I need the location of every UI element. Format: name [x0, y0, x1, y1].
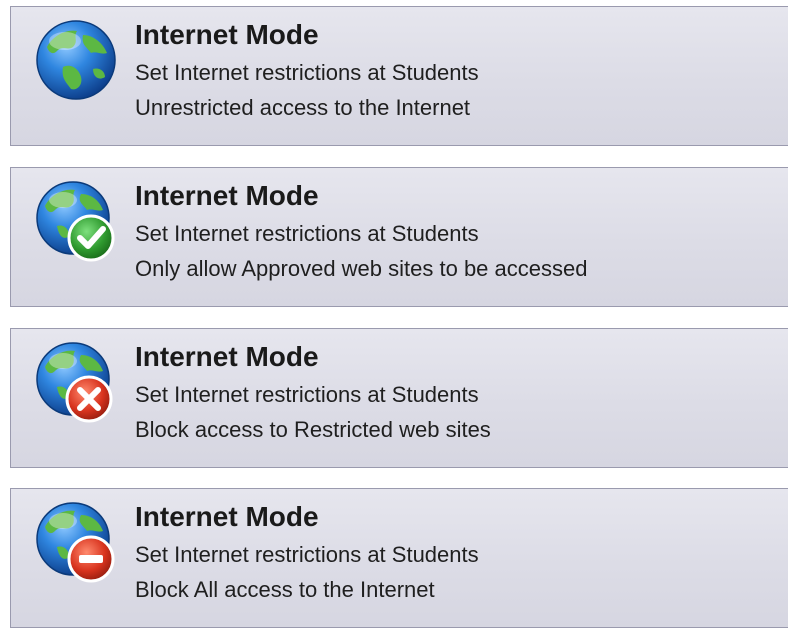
mode-subtitle: Set Internet restrictions at Students: [135, 221, 479, 246]
mode-subtitle: Set Internet restrictions at Students: [135, 60, 479, 85]
mode-subtitle: Set Internet restrictions at Students: [135, 542, 479, 567]
internet-mode-unrestricted-option[interactable]: Internet Mode Set Internet restrictions …: [10, 6, 788, 146]
internet-mode-approved-option[interactable]: Internet Mode Set Internet restrictions …: [10, 167, 788, 307]
mode-description: Unrestricted access to the Internet: [135, 95, 471, 120]
globe-icon: [33, 17, 119, 103]
internet-mode-list: Internet Mode Set Internet restrictions …: [0, 0, 788, 628]
globe-x-icon: [33, 339, 119, 425]
globe-block-icon: [33, 499, 119, 585]
mode-title: Internet Mode: [135, 180, 319, 211]
mode-title: Internet Mode: [135, 501, 319, 532]
mode-description: Only allow Approved web sites to be acce…: [135, 256, 588, 281]
mode-description: Block All access to the Internet: [135, 577, 435, 602]
globe-check-icon: [33, 178, 119, 264]
mode-subtitle: Set Internet restrictions at Students: [135, 382, 479, 407]
mode-title: Internet Mode: [135, 341, 319, 372]
mode-description: Block access to Restricted web sites: [135, 417, 491, 442]
internet-mode-block-restricted-option[interactable]: Internet Mode Set Internet restrictions …: [10, 328, 788, 468]
internet-mode-block-all-option[interactable]: Internet Mode Set Internet restrictions …: [10, 488, 788, 628]
mode-title: Internet Mode: [135, 19, 319, 50]
